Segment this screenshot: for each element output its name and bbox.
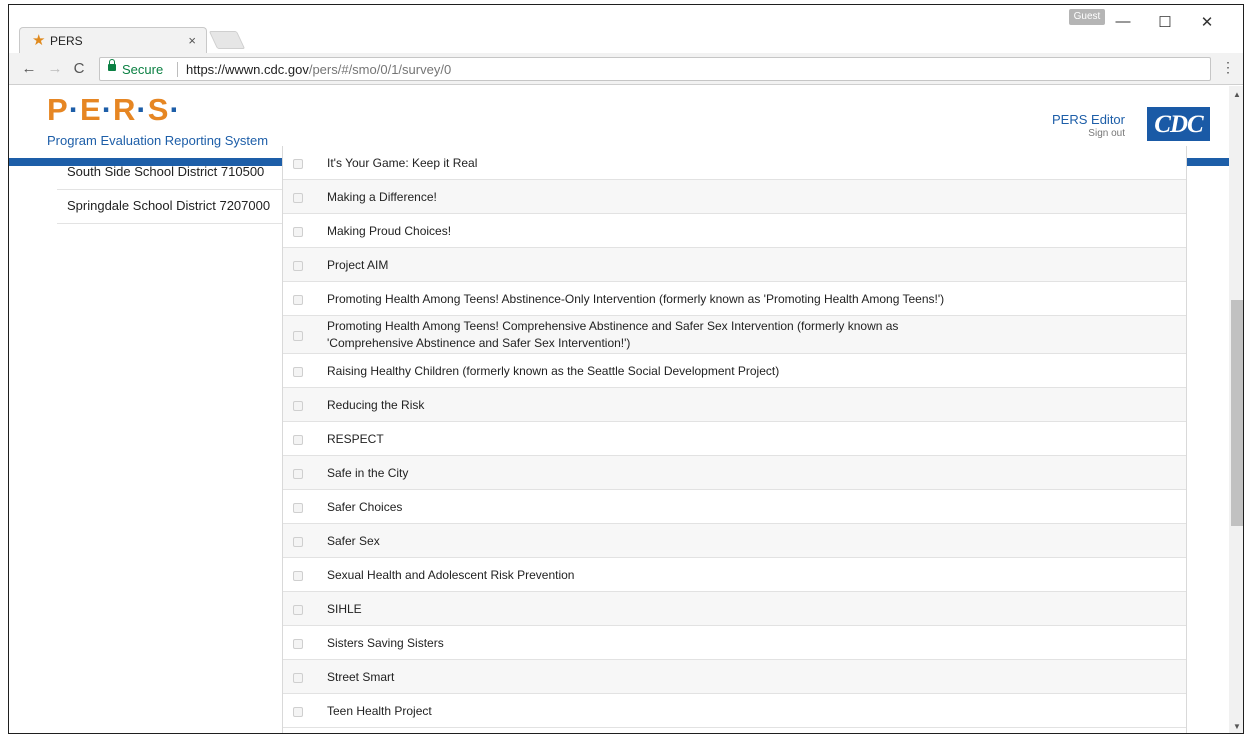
program-checkbox[interactable] [293, 261, 303, 271]
logo-letter: R [113, 92, 137, 127]
logo-letter: S [147, 92, 170, 127]
tab-close-icon[interactable]: × [188, 33, 196, 48]
logo-dot: · [136, 92, 148, 127]
scroll-down-icon[interactable]: ▼ [1233, 722, 1241, 731]
close-window-icon[interactable]: ✕ [1197, 13, 1217, 31]
program-label: Raising Healthy Children (formerly known… [327, 364, 780, 378]
program-checkbox[interactable] [293, 401, 303, 411]
new-tab-button[interactable] [208, 31, 246, 49]
program-row[interactable]: Promoting Health Among Teens! Comprehens… [283, 316, 1186, 354]
program-checkbox[interactable] [293, 227, 303, 237]
program-row[interactable]: Raising Healthy Children (formerly known… [283, 354, 1186, 388]
program-checkbox[interactable] [293, 159, 303, 169]
program-row[interactable]: Safer Sex [283, 524, 1186, 558]
url-text[interactable]: https://wwwn.cdc.gov/pers/#/smo/0/1/surv… [186, 62, 451, 77]
program-checkbox[interactable] [293, 639, 303, 649]
minimize-icon[interactable]: — [1113, 13, 1133, 30]
scroll-up-icon[interactable]: ▲ [1233, 90, 1241, 99]
secure-label: Secure [122, 62, 164, 77]
browser-toolbar: ← → C Secure https://wwwn.cdc.gov/pers/#… [9, 53, 1243, 85]
program-row[interactable]: Sexual Health and Adolescent Risk Preven… [283, 558, 1186, 592]
program-row[interactable]: Making a Difference! [283, 180, 1186, 214]
program-row[interactable]: Project AIM [283, 248, 1186, 282]
program-checkbox[interactable] [293, 707, 303, 717]
url-path: /pers/#/smo/0/1/survey/0 [308, 62, 452, 77]
program-label: Making a Difference! [327, 190, 437, 204]
program-row[interactable]: Making Proud Choices! [283, 214, 1186, 248]
program-row[interactable]: Teen Health Project [283, 694, 1186, 728]
program-row[interactable]: SIHLE [283, 592, 1186, 626]
program-row[interactable]: Reducing the Risk [283, 388, 1186, 422]
program-checkbox[interactable] [293, 537, 303, 547]
tab-title: PERS [50, 34, 83, 48]
sidebar-item-district[interactable]: Springdale School District 7207000 [57, 190, 282, 224]
lock-icon [108, 59, 116, 71]
program-label: Safe in the City [327, 466, 409, 480]
tab-strip: ★ PERS × Guest — ☐ ✕ [9, 5, 1243, 53]
program-checkbox[interactable] [293, 295, 303, 305]
logo-subtitle: Program Evaluation Reporting System [47, 133, 269, 148]
program-checkbox[interactable] [293, 469, 303, 479]
back-arrow-icon[interactable]: ← [21, 60, 37, 77]
program-label: Making Proud Choices! [327, 224, 452, 238]
district-sidebar: South Side School District 710500 Spring… [57, 164, 282, 733]
program-label: RESPECT [327, 432, 384, 446]
program-label: Street Smart [327, 670, 395, 684]
page-viewport: P·E·R·S· Program Evaluation Reporting Sy… [9, 86, 1229, 733]
maximize-icon[interactable]: ☐ [1155, 13, 1175, 31]
logo-dot: · [101, 92, 114, 127]
program-label: It's Your Game: Keep it Real [327, 156, 478, 170]
program-checkbox[interactable] [293, 435, 303, 445]
program-checkbox[interactable] [293, 367, 303, 377]
program-checkbox[interactable] [293, 503, 303, 513]
program-label: Promoting Health Among Teens! Abstinence… [327, 292, 945, 306]
logo-letter: P [47, 92, 69, 127]
cdc-logo-text: CDC [1154, 111, 1203, 138]
browser-menu-icon[interactable]: ⋮ [1221, 59, 1235, 76]
program-checkbox[interactable] [293, 673, 303, 683]
address-separator [177, 62, 178, 77]
program-label: Sisters Saving Sisters [327, 636, 444, 650]
address-bar[interactable]: Secure https://wwwn.cdc.gov/pers/#/smo/0… [99, 57, 1211, 81]
guest-profile-badge[interactable]: Guest [1069, 9, 1105, 25]
pers-editor-link[interactable]: PERS Editor [1052, 112, 1125, 127]
program-checkbox[interactable] [293, 331, 303, 341]
program-label: Promoting Health Among Teens! Comprehens… [327, 319, 899, 350]
vertical-scrollbar[interactable]: ▲ ▼ [1229, 86, 1243, 733]
program-label: Teen Health Project [327, 704, 432, 718]
program-label: Safer Choices [327, 500, 403, 514]
program-checkbox[interactable] [293, 571, 303, 581]
url-host: https://wwwn.cdc.gov [186, 62, 309, 77]
cdc-logo[interactable]: CDC [1147, 107, 1210, 141]
scrollbar-thumb[interactable] [1231, 300, 1243, 526]
program-row[interactable]: Sisters Saving Sisters [283, 626, 1186, 660]
program-row[interactable]: It's Your Game: Keep it Real [283, 146, 1186, 180]
browser-tab[interactable]: ★ PERS × [19, 27, 207, 53]
program-row[interactable]: Safer Choices [283, 490, 1186, 524]
logo-letter: E [80, 92, 102, 127]
program-checkbox[interactable] [293, 605, 303, 615]
program-label: Sexual Health and Adolescent Risk Preven… [327, 568, 575, 582]
star-favicon-icon: ★ [32, 32, 46, 49]
sign-out-link[interactable]: Sign out [1088, 128, 1125, 139]
program-row[interactable]: Street Smart [283, 660, 1186, 694]
browser-window: ★ PERS × Guest — ☐ ✕ ← → C Secure https:… [8, 4, 1244, 734]
forward-arrow-icon[interactable]: → [47, 60, 63, 77]
program-checkbox[interactable] [293, 193, 303, 203]
program-label: Safer Sex [327, 534, 380, 548]
program-row[interactable]: Safe in the City [283, 456, 1186, 490]
program-row[interactable]: RESPECT [283, 422, 1186, 456]
program-row[interactable]: Promoting Health Among Teens! Abstinence… [283, 282, 1186, 316]
sidebar-item-district[interactable]: South Side School District 710500 [57, 156, 282, 190]
logo-dot: · [68, 92, 81, 127]
program-label: Reducing the Risk [327, 398, 425, 412]
program-label: SIHLE [327, 602, 362, 616]
logo-dot: · [169, 92, 181, 127]
program-label: Project AIM [327, 258, 389, 272]
program-list: It's Your Game: Keep it Real Making a Dif… [282, 146, 1187, 733]
reload-icon[interactable]: C [71, 60, 87, 77]
pers-logo[interactable]: P·E·R·S· [47, 94, 181, 126]
